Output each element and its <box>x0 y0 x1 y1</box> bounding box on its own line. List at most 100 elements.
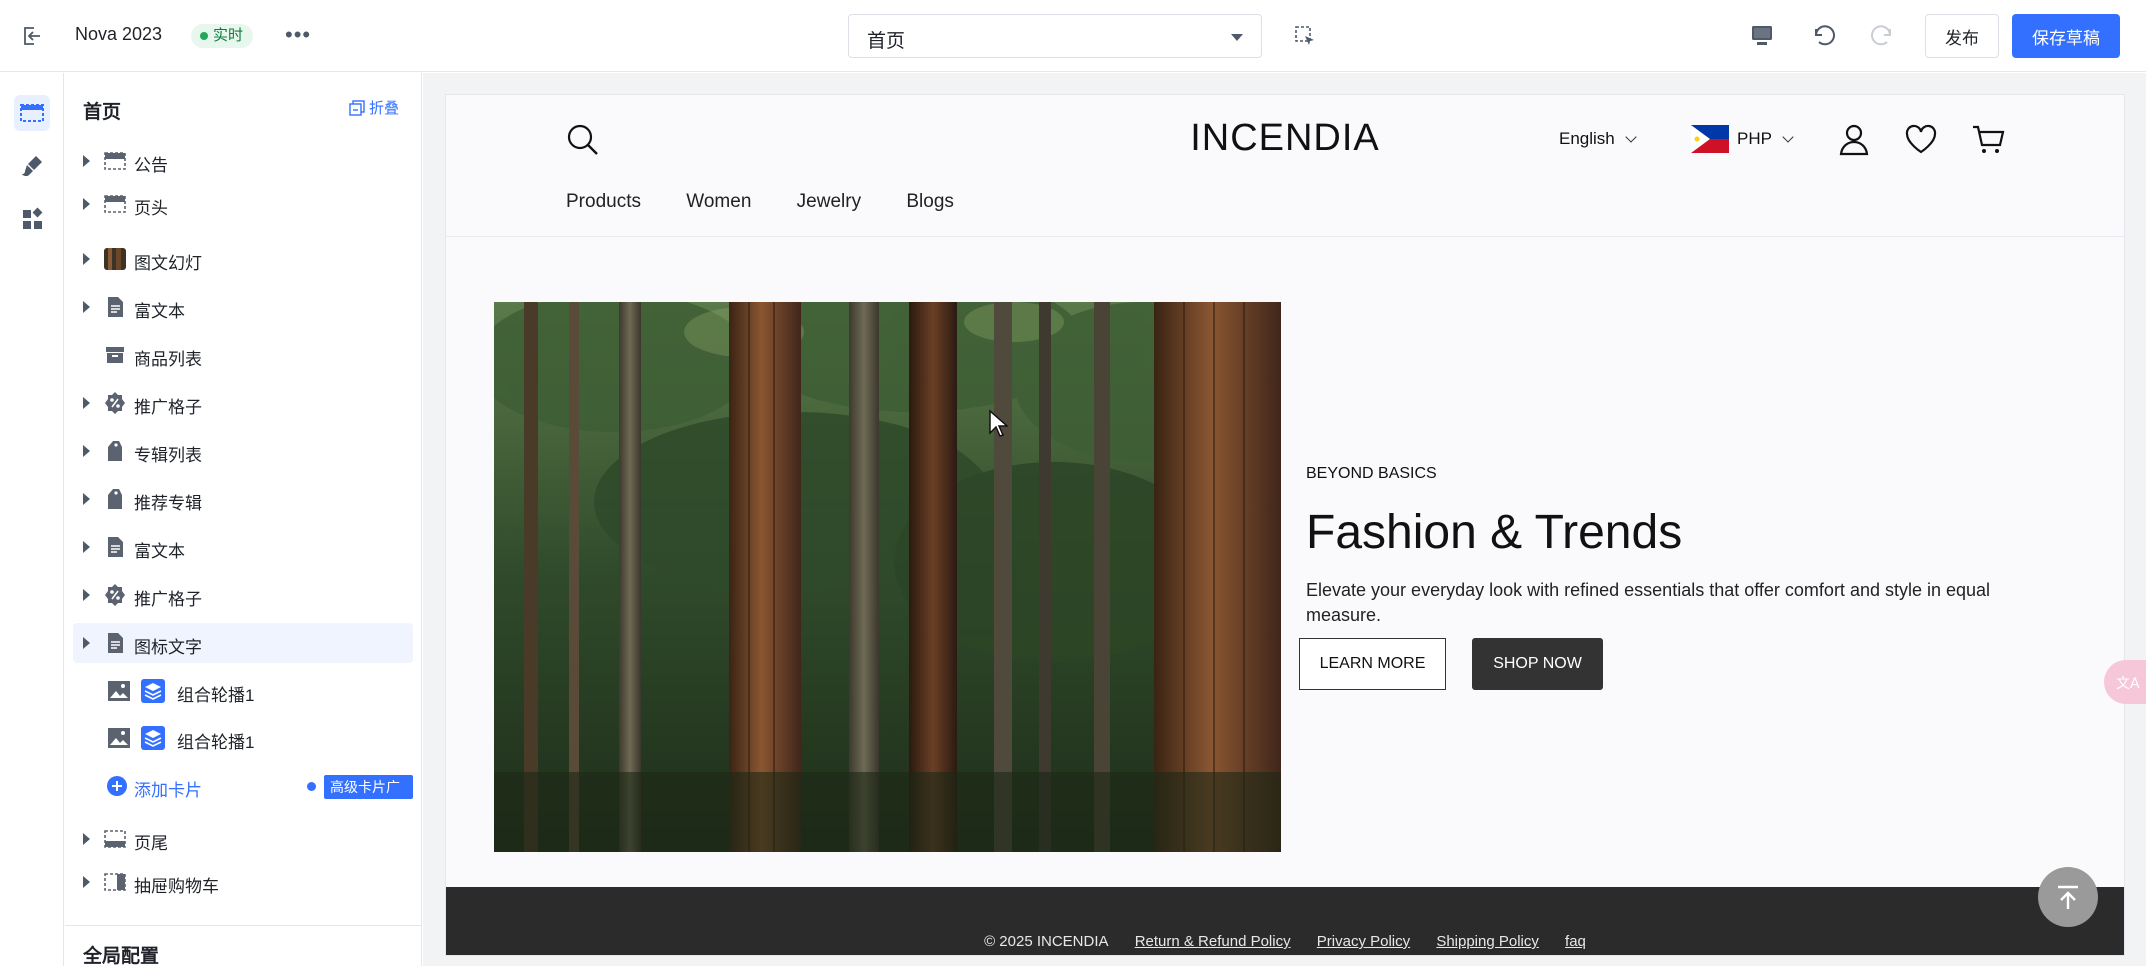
expand-arrow-icon[interactable] <box>83 493 90 505</box>
hero-body: Elevate your everyday look with refined … <box>1306 580 1991 625</box>
expand-arrow-icon[interactable] <box>83 833 90 845</box>
redo-icon[interactable] <box>1868 20 1898 50</box>
panel-title: 首页 <box>83 102 122 123</box>
tree-item-label: 页头 <box>134 199 168 218</box>
section-icon <box>104 830 126 848</box>
chevron-down-icon <box>1782 131 1794 143</box>
language-value: English <box>1559 129 1615 148</box>
tree-item-label: 组合轮播1 <box>177 733 255 752</box>
expand-arrow-icon[interactable] <box>83 876 90 888</box>
expand-arrow-icon[interactable] <box>83 198 90 210</box>
expand-arrow-icon[interactable] <box>83 253 90 265</box>
tree-item-label: 页尾 <box>134 834 168 853</box>
expand-arrow-icon[interactable] <box>83 637 90 649</box>
section-tree-panel: 首页 折叠 公告 页头 图文幻灯 富文本 商品列表 推广格子 专辑列表 推荐专辑… <box>65 73 422 966</box>
collapse-icon <box>349 100 365 116</box>
store-header: INCENDIA English PHP Products Women Jewe… <box>446 95 2124 237</box>
nav-blogs[interactable]: Blogs <box>906 191 954 212</box>
tree-item-icon-text[interactable]: 图标文字 <box>73 623 413 663</box>
element-picker-icon[interactable] <box>1293 24 1317 48</box>
language-selector[interactable]: English <box>1559 129 1637 149</box>
nav-products[interactable]: Products <box>566 191 641 212</box>
global-settings-heading[interactable]: 全局配置 <box>83 941 159 966</box>
learn-more-button[interactable]: LEARN MORE <box>1299 638 1446 690</box>
tree-subitem-carousel-2[interactable]: 组合轮播1 <box>73 718 413 758</box>
rail-apps-tab[interactable] <box>14 201 50 237</box>
save-draft-button[interactable]: 保存草稿 <box>2012 14 2120 58</box>
tree-subitem-carousel[interactable]: 组合轮播1 <box>73 671 413 711</box>
nav-women[interactable]: Women <box>686 191 751 212</box>
image-thumb-icon <box>104 248 126 270</box>
storefront-preview: INCENDIA English PHP Products Women Jewe… <box>446 95 2124 955</box>
chevron-down-icon <box>1625 131 1637 143</box>
document-icon <box>108 537 123 557</box>
tree-item-promo-grid-2[interactable]: 推广格子 <box>73 575 413 615</box>
store-logo[interactable]: INCENDIA <box>446 117 2124 160</box>
tree-item-footer[interactable]: 页尾 <box>73 819 413 859</box>
nav-jewelry[interactable]: Jewelry <box>797 191 861 212</box>
shop-now-button[interactable]: SHOP NOW <box>1472 638 1603 690</box>
tree-item-header[interactable]: 页头 <box>73 184 413 224</box>
collapse-all-button[interactable]: 折叠 <box>349 97 399 118</box>
advanced-card-plaza-tag[interactable]: 高级卡片广场 <box>324 775 413 819</box>
document-icon <box>108 297 123 317</box>
more-menu-icon[interactable]: ••• <box>285 22 311 48</box>
add-card-button[interactable]: 添加卡片 高级卡片广场 <box>73 766 413 819</box>
wishlist-heart-icon[interactable] <box>1903 121 1939 157</box>
tree-item-label: 专辑列表 <box>134 446 202 465</box>
tree-item-label: 图文幻灯 <box>134 254 202 273</box>
currency-value: PHP <box>1737 129 1772 148</box>
forest-photo <box>494 302 1281 852</box>
footer-link-refund[interactable]: Return & Refund Policy <box>1135 933 1291 950</box>
account-icon[interactable] <box>1836 121 1872 157</box>
expand-arrow-icon[interactable] <box>83 301 90 313</box>
page-selector[interactable]: 首页 <box>848 14 1262 58</box>
tree-item-announcement[interactable]: 公告 <box>73 141 413 181</box>
tree-item-drawer-cart[interactable]: 抽屉购物车 <box>73 862 413 902</box>
desktop-view-icon[interactable] <box>1747 20 1777 50</box>
editor-rail <box>0 73 64 966</box>
layers-icon <box>141 679 165 703</box>
tree-item-product-list[interactable]: 商品列表 <box>73 335 413 375</box>
collapse-label: 折叠 <box>369 100 400 117</box>
expand-arrow-icon[interactable] <box>83 397 90 409</box>
layers-icon <box>141 726 165 750</box>
undo-icon[interactable] <box>1808 20 1838 50</box>
tag-icon <box>108 489 122 509</box>
caret-down-icon <box>1231 34 1243 41</box>
page-selector-value: 首页 <box>867 31 906 52</box>
tree-item-collection-list[interactable]: 专辑列表 <box>73 431 413 471</box>
tree-item-featured-collection[interactable]: 推荐专辑 <box>73 479 413 519</box>
philippines-flag-icon <box>1691 125 1729 153</box>
tree-item-rich-text[interactable]: 富文本 <box>73 287 413 327</box>
publish-button[interactable]: 发布 <box>1925 14 1999 58</box>
tree-item-rich-text-2[interactable]: 富文本 <box>73 527 413 567</box>
section-icon <box>104 195 126 213</box>
footer-copyright: © 2025 INCENDIA <box>984 933 1109 950</box>
svg-text:文A: 文A <box>2116 676 2140 692</box>
footer-link-privacy[interactable]: Privacy Policy <box>1317 933 1410 950</box>
tree-item-promo-grid[interactable]: 推广格子 <box>73 383 413 423</box>
apps-grid-icon <box>23 207 43 229</box>
tree-item-label: 图标文字 <box>134 638 202 657</box>
expand-arrow-icon[interactable] <box>83 589 90 601</box>
footer-link-faq[interactable]: faq <box>1565 933 1586 950</box>
tree-item-slideshow[interactable]: 图文幻灯 <box>73 239 413 279</box>
expand-arrow-icon[interactable] <box>83 155 90 167</box>
paint-brush-icon <box>22 156 42 177</box>
editor-toolbar: Nova 2023 实时 ••• 首页 发布 保存草稿 <box>0 0 2146 72</box>
tree-item-label: 推广格子 <box>134 398 202 417</box>
expand-arrow-icon[interactable] <box>83 445 90 457</box>
expand-arrow-icon[interactable] <box>83 541 90 553</box>
hero-headline: Fashion & Trends <box>1306 506 1683 559</box>
exit-icon[interactable] <box>20 24 44 48</box>
back-to-top-button[interactable] <box>2038 867 2098 927</box>
rail-sections-tab[interactable] <box>14 95 50 131</box>
translate-fab[interactable]: 文A <box>2104 660 2146 704</box>
currency-selector[interactable]: PHP <box>1737 129 1794 149</box>
image-icon <box>108 728 130 748</box>
footer-link-shipping[interactable]: Shipping Policy <box>1436 933 1539 950</box>
cart-icon[interactable] <box>1970 121 2006 157</box>
rail-theme-style-tab[interactable] <box>14 148 50 184</box>
tree-item-label: 组合轮播1 <box>177 686 255 705</box>
